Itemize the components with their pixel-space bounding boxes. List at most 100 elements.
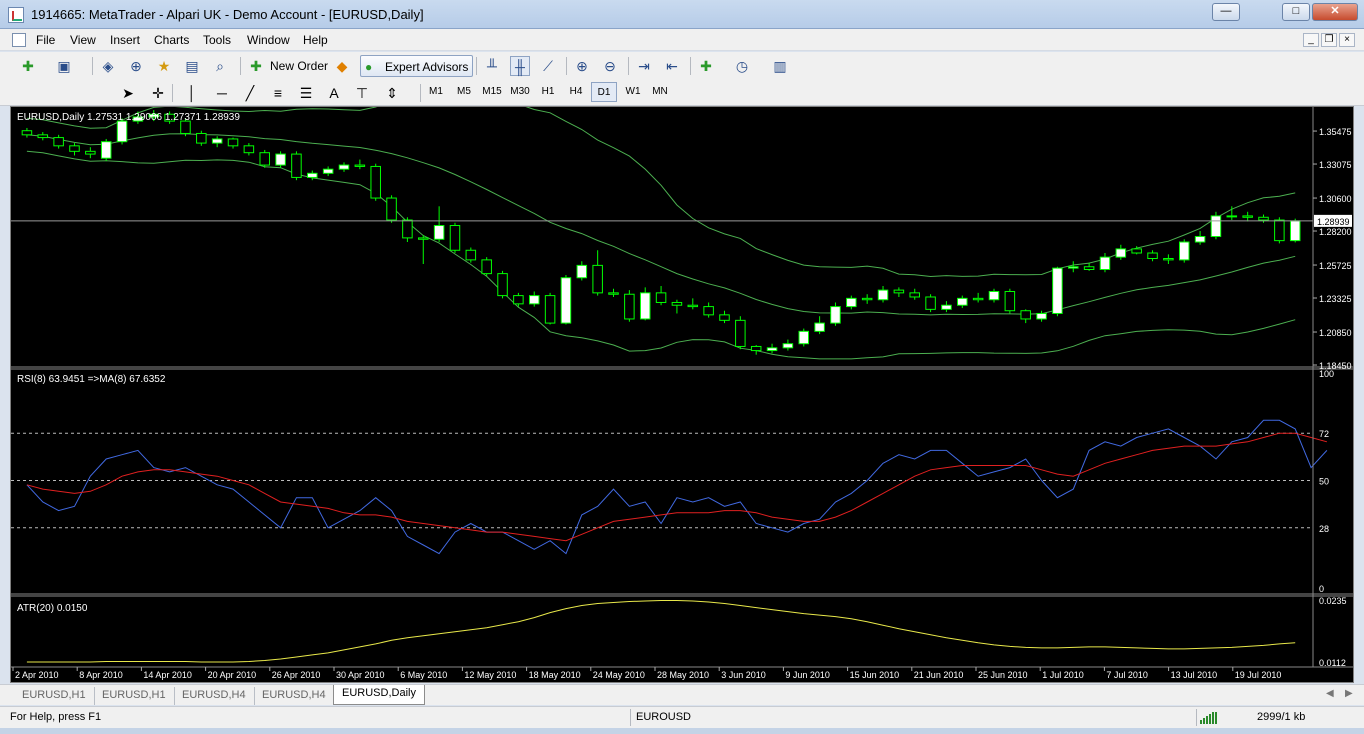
standard-toolbar: ✚ ▣ ◈ ⊕ ★ ▤ ⌕ ✚ New Order ◆ ● Expert Adv… — [0, 52, 1364, 79]
close-button[interactable]: ✕ — [1312, 3, 1358, 21]
zoom-in-icon[interactable]: ⊕ — [572, 56, 592, 76]
timeframe-m15[interactable]: M15 — [479, 82, 505, 102]
strategy-tester-icon[interactable]: ⌕ — [210, 56, 230, 76]
crosshair-tool-icon[interactable]: ✛ — [148, 83, 168, 103]
bear-candle — [37, 134, 49, 139]
new-chart-icon[interactable]: ✚ — [18, 56, 38, 76]
bear-candle — [1020, 310, 1031, 320]
menu-view[interactable]: View — [70, 33, 96, 47]
current-price-label: 1.28939 — [1317, 217, 1350, 227]
rsi-tick-label: 100 — [1319, 369, 1334, 379]
bear-candle — [1147, 252, 1158, 260]
timeframe-mn[interactable]: MN — [647, 82, 673, 102]
menu-window[interactable]: Window — [247, 33, 290, 47]
chart-window-eurusd-daily[interactable]: 1.28939 1.35475 1.33075 1.30600 1.28200 1.25… — [10, 106, 1354, 683]
minimize-button[interactable]: — — [1212, 3, 1240, 21]
menu-file[interactable]: File — [36, 33, 55, 47]
timeframe-h1[interactable]: H1 — [535, 82, 561, 102]
tab-eurusd-daily[interactable]: EURUSD,Daily — [333, 685, 425, 705]
metatrader-app-icon[interactable] — [8, 7, 24, 23]
zoom-out-icon[interactable]: ⊖ — [600, 56, 620, 76]
favorites-icon[interactable]: ★ — [154, 56, 174, 76]
bear-candle — [687, 304, 699, 308]
document-menu-icon[interactable] — [12, 33, 26, 47]
mdi-close-button[interactable]: × — [1339, 33, 1355, 47]
connection-status-icon — [1200, 712, 1224, 724]
chart-canvas[interactable]: 1.28939 1.35475 1.33075 1.30600 1.28200 1.25… — [11, 107, 1353, 682]
date-tick-label: 13 Jul 2010 — [1171, 670, 1218, 680]
templates-icon[interactable]: ▥ — [770, 56, 790, 76]
bull-candle — [988, 290, 1000, 301]
maximize-button[interactable]: □ — [1282, 3, 1310, 21]
price-tick-label: 1.30600 — [1319, 194, 1352, 204]
timeframe-m5[interactable]: M5 — [451, 82, 477, 102]
bear-candle — [402, 219, 413, 239]
rsi-chart — [11, 419, 1328, 555]
timeframe-m1[interactable]: M1 — [423, 82, 449, 102]
rsi-tick-label: 50 — [1319, 477, 1329, 487]
bear-candle — [1242, 215, 1253, 218]
bull-candle — [275, 153, 286, 166]
bull-candle — [1115, 248, 1127, 258]
menu-tools[interactable]: Tools — [203, 33, 231, 47]
candlestick-icon[interactable]: ╫ — [510, 56, 530, 76]
fibonacci-icon[interactable]: ☰ — [296, 83, 316, 103]
menu-insert[interactable]: Insert — [110, 33, 140, 47]
line-chart-icon[interactable]: ⟋ — [538, 56, 558, 76]
tab-eurusd-h4[interactable]: EURUSD,H4 — [174, 687, 255, 705]
data-window-icon[interactable]: ▤ — [182, 56, 202, 76]
status-help-text: For Help, press F1 — [10, 711, 102, 723]
menu-charts[interactable]: Charts — [154, 33, 189, 47]
bull-candle — [782, 343, 794, 349]
new-order-button[interactable]: New Order — [266, 55, 332, 77]
menu-help[interactable]: Help — [303, 33, 328, 47]
crosshair-icon[interactable]: ⊕ — [126, 56, 146, 76]
tab-eurusd-h4-2[interactable]: EURUSD,H4 — [254, 687, 335, 705]
tab-scroll-right-icon[interactable]: ▶ — [1345, 688, 1353, 699]
bull-candle — [307, 172, 318, 178]
arrows-icon[interactable]: ⇕ — [382, 83, 402, 103]
candles — [21, 110, 1301, 355]
market-watch-icon[interactable]: ◈ — [98, 56, 118, 76]
alert-icon[interactable]: ◆ — [332, 56, 352, 76]
timeframe-h4[interactable]: H4 — [563, 82, 589, 102]
bull-candle — [830, 306, 841, 324]
cursor-icon[interactable]: ➤ — [118, 83, 138, 103]
tab-eurusd-h1-2[interactable]: EURUSD,H1 — [94, 687, 175, 705]
equidistant-channel-icon[interactable]: ≡ — [268, 83, 288, 103]
bull-candle — [338, 164, 350, 170]
text-label-icon[interactable]: ⊤ — [352, 83, 372, 103]
trendline-icon[interactable]: ╱ — [240, 83, 260, 103]
bull-candle — [798, 330, 810, 345]
horizontal-line-icon[interactable]: ─ — [212, 83, 232, 103]
profiles-icon[interactable]: ▣ — [54, 56, 74, 76]
rsi-tick-label: 72 — [1319, 429, 1329, 439]
bull-candle — [1289, 220, 1301, 242]
status-profile: EUROUSD — [636, 711, 692, 723]
bar-chart-icon[interactable]: ╨ — [482, 56, 502, 76]
bear-candle — [513, 295, 524, 305]
bear-candle — [386, 197, 397, 221]
bull-candle — [1099, 256, 1111, 270]
chart-shift-icon[interactable]: ⇤ — [662, 56, 682, 76]
date-tick-label: 21 Jun 2010 — [914, 670, 964, 680]
timeframe-d1[interactable]: D1 — [591, 82, 617, 102]
timeframe-w1[interactable]: W1 — [620, 82, 646, 102]
periods-icon[interactable]: ◷ — [732, 56, 752, 76]
vertical-line-icon[interactable]: │ — [182, 83, 202, 103]
tab-scroll-left-icon[interactable]: ◀ — [1326, 688, 1334, 699]
timeframe-m30[interactable]: M30 — [507, 82, 533, 102]
autoscroll-icon[interactable]: ⇥ — [634, 56, 654, 76]
expert-advisors-button[interactable]: ● Expert Advisors — [360, 55, 474, 77]
indicators-icon[interactable]: ✚ — [696, 56, 716, 76]
price-tick-label: 1.35475 — [1319, 127, 1352, 137]
date-tick-label: 18 May 2010 — [529, 670, 581, 680]
date-tick-label: 28 May 2010 — [657, 670, 709, 680]
bull-candle — [814, 322, 825, 332]
text-tool-icon[interactable]: A — [324, 83, 344, 103]
bear-candle — [69, 145, 80, 152]
bear-candle — [671, 301, 683, 306]
mdi-minimize-button[interactable]: _ — [1303, 33, 1319, 47]
mdi-restore-button[interactable]: ❐ — [1321, 33, 1337, 47]
tab-eurusd-h1[interactable]: EURUSD,H1 — [14, 687, 95, 705]
